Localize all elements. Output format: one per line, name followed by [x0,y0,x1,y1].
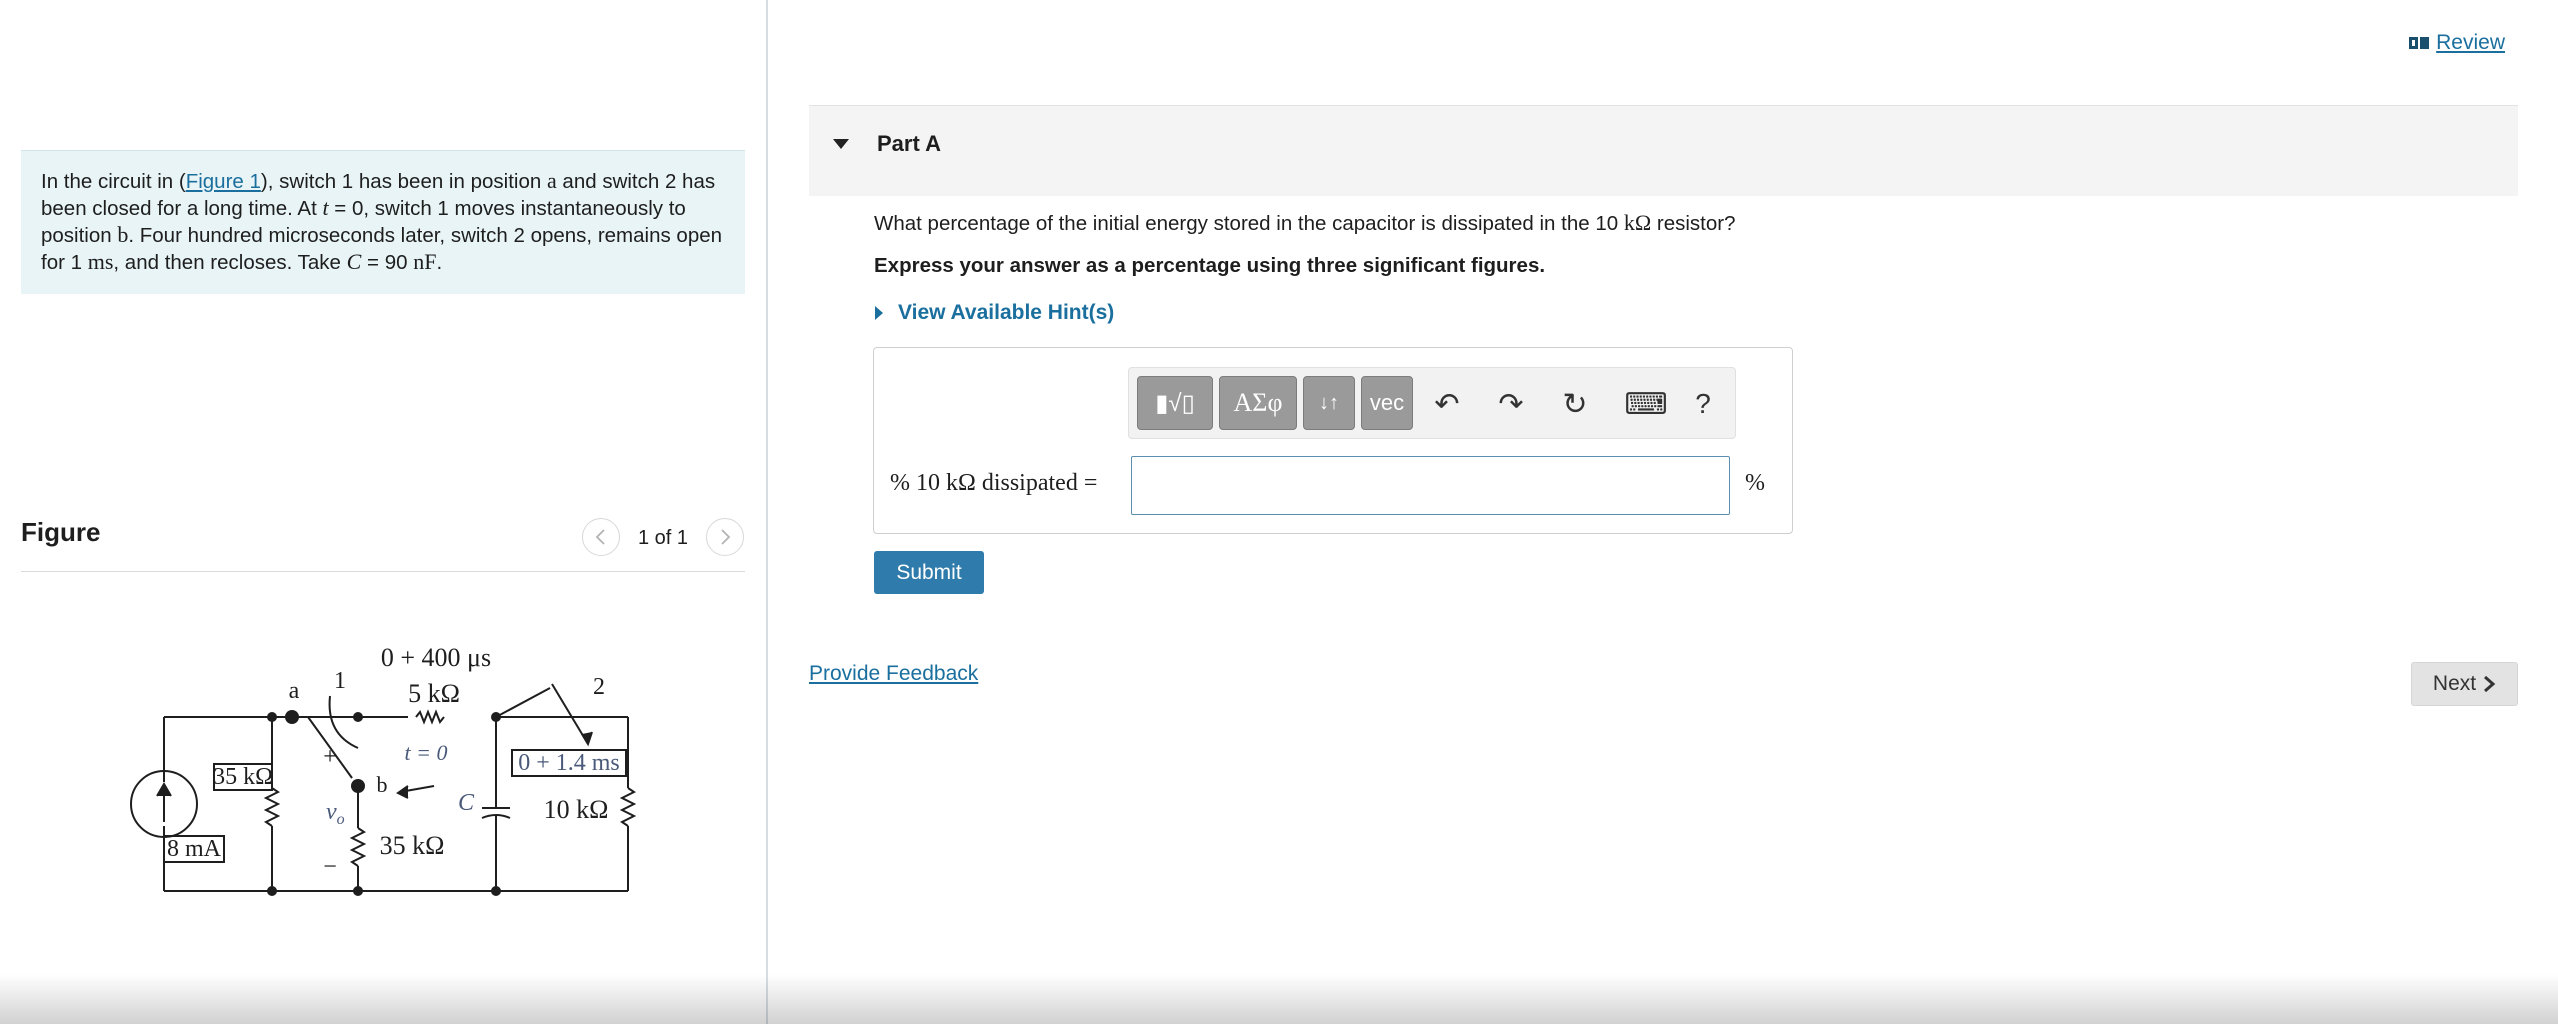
resistor-35k-left-label: 35 kΩ [213,764,273,790]
part-a-title: Part A [877,131,941,156]
next-label: Next [2432,672,2477,695]
figure-divider [21,571,745,572]
hints-label: View Available Hint(s) [898,301,1115,324]
vo-label: vo [326,799,345,828]
problem-text: , and then recloses. Take [113,251,347,274]
answer-unit: % [1745,470,1765,496]
reset-button[interactable]: ↻ [1557,386,1593,422]
node-a-label: a [289,678,300,704]
figure-link[interactable]: Figure 1 [186,170,261,193]
resistor-5k-label: 5 kΩ [408,679,460,708]
t0-label: t = 0 [405,740,448,765]
redo-icon: ↷ [1498,387,1524,421]
question-text: What percentage of the initial energy st… [874,210,1736,235]
next-button[interactable]: Next [2411,662,2518,706]
answer-input[interactable] [1131,456,1730,515]
figure-next-button[interactable] [706,518,744,556]
undo-button[interactable]: ↶ [1429,386,1465,422]
minus-sign: − [323,854,337,880]
greek-symbols-label: ΑΣφ [1233,388,1283,417]
caret-right-icon [875,306,883,320]
greek-symbols-button[interactable]: ΑΣφ [1219,376,1297,430]
review-label: Review [2436,31,2505,54]
plus-sign: + [323,744,337,770]
position-a: a [546,168,557,193]
position-b: b [117,222,129,247]
figure-prev-button[interactable] [582,518,620,556]
capacitor-label: C [458,790,475,816]
keyboard-icon: ⌨ [1624,387,1668,421]
review-link[interactable]: Review [2408,31,2505,55]
chevron-right-icon [2484,675,2496,693]
keyboard-button[interactable]: ⌨ [1623,386,1669,422]
switch1-position1-label: 1 [334,668,346,694]
switch2-reclose-label: 0 + 1.4 ms [518,750,620,776]
chevron-right-icon [721,529,731,545]
node-b-label: b [377,772,388,797]
templates-icon: ▮√▯ [1155,389,1195,417]
answer-label: % 10 kΩ dissipated = [890,470,1098,496]
provide-feedback-link[interactable]: Provide Feedback [809,662,978,686]
problem-text: . [436,251,443,274]
templates-button[interactable]: ▮√▯ [1137,376,1213,430]
switch2-position2-label: 2 [593,674,605,700]
vector-button[interactable]: vec [1361,376,1413,430]
submit-button[interactable]: Submit [874,551,984,594]
part-a-header[interactable]: Part A [809,105,2518,196]
problem-text: ), switch 1 has been in position [260,170,547,193]
problem-statement: In the circuit in (Figure 1), switch 1 h… [21,150,745,294]
resistor-10k-label: 10 kΩ [544,795,609,824]
pane-divider[interactable] [766,0,768,1024]
answer-instruction: Express your answer as a percentage usin… [874,254,1546,277]
figure-title: Figure [21,517,101,547]
caret-down-icon [833,139,849,149]
arrows-icon: ↓↑ [1319,391,1339,414]
help-button[interactable]: ? [1685,386,1721,422]
reset-icon: ↻ [1562,387,1588,421]
undo-icon: ↶ [1434,387,1460,421]
unit-ms: ms [87,249,114,274]
vector-label: vec [1369,390,1405,415]
problem-text: In the circuit in ( [41,170,186,193]
book-icon [2409,37,2430,49]
unit-nf: nF [413,249,437,274]
redo-button[interactable]: ↷ [1493,386,1529,422]
resistor-35k-bottom-label: 35 kΩ [380,831,445,860]
circuit-diagram: 0 + 400 μs 5 kΩ a 1 2 t = 0 + b 35 kΩ vo… [130,643,636,896]
view-hints-toggle[interactable]: View Available Hint(s) [874,301,1114,325]
math-toolbar: ▮√▯ ΑΣφ ↓↑ vec ↶ ↷ ↻ ⌨ ? [1128,367,1736,439]
help-icon: ? [1695,388,1711,419]
chevron-left-icon [595,529,605,545]
figure-counter: 1 of 1 [638,527,689,549]
switch2-open-time-label: 0 + 400 μs [381,643,491,672]
capacitance-variable: C [346,249,362,274]
problem-text: = 90 [361,251,414,274]
subscript-superscript-button[interactable]: ↓↑ [1303,376,1355,430]
bottom-shadow [0,974,2558,1024]
current-source-label: 8 mA [167,836,222,862]
